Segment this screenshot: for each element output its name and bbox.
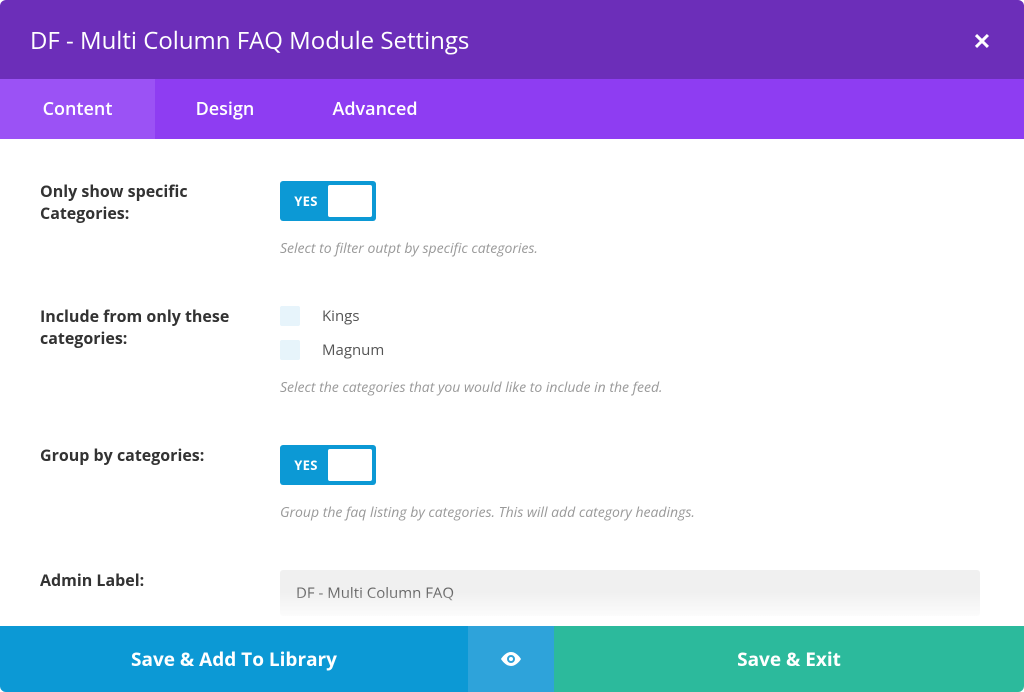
checkbox-box <box>280 306 300 326</box>
toggle-handle <box>328 185 372 217</box>
tab-bar: Content Design Advanced <box>0 79 1024 139</box>
category-option-magnum[interactable]: Magnum <box>280 340 984 360</box>
group-by-help: Group the faq listing by categories. Thi… <box>280 503 984 522</box>
save-add-library-button[interactable]: Save & Add To Library <box>0 626 468 692</box>
tab-design[interactable]: Design <box>155 79 295 139</box>
checkbox-label: Magnum <box>322 340 384 360</box>
modal-footer: Save & Add To Library Save & Exit <box>0 626 1024 692</box>
field-include-categories: Include from only these categories: King… <box>40 306 984 397</box>
checkbox-label: Kings <box>322 306 359 326</box>
tab-advanced[interactable]: Advanced <box>295 79 455 139</box>
toggle-value-text: YES <box>284 456 328 474</box>
field-control-col: Kings Magnum Select the categories that … <box>280 306 984 397</box>
modal-header: DF - Multi Column FAQ Module Settings ✕ <box>0 0 1024 79</box>
field-label-col: Group by categories: <box>40 445 280 467</box>
include-categories-help: Select the categories that you would lik… <box>280 378 984 397</box>
group-by-label: Group by categories: <box>40 445 280 467</box>
field-label-col: Admin Label: <box>40 570 280 592</box>
close-icon[interactable]: ✕ <box>970 26 994 56</box>
field-control-col: YES Select to filter outpt by specific c… <box>280 181 984 258</box>
settings-modal: DF - Multi Column FAQ Module Settings ✕ … <box>0 0 1024 692</box>
only-show-specific-label: Only show specific Categories: <box>40 181 280 224</box>
admin-label-input[interactable] <box>280 570 980 616</box>
group-by-toggle[interactable]: YES <box>280 445 376 485</box>
preview-button[interactable] <box>468 626 554 692</box>
field-label-col: Include from only these categories: <box>40 306 280 349</box>
modal-title: DF - Multi Column FAQ Module Settings <box>30 24 469 57</box>
eye-icon <box>499 647 523 671</box>
category-option-kings[interactable]: Kings <box>280 306 984 326</box>
only-show-specific-help: Select to filter outpt by specific categ… <box>280 239 984 258</box>
field-group-by: Group by categories: YES Group the faq l… <box>40 445 984 522</box>
admin-label-label: Admin Label: <box>40 570 280 592</box>
only-show-specific-toggle[interactable]: YES <box>280 181 376 221</box>
include-categories-label: Include from only these categories: <box>40 306 280 349</box>
tab-content[interactable]: Content <box>0 79 155 139</box>
toggle-value-text: YES <box>284 192 328 210</box>
toggle-handle <box>328 449 372 481</box>
save-exit-button[interactable]: Save & Exit <box>554 626 1024 692</box>
field-only-show-specific: Only show specific Categories: YES Selec… <box>40 181 984 258</box>
checkbox-box <box>280 340 300 360</box>
modal-body: Only show specific Categories: YES Selec… <box>0 139 1024 649</box>
field-label-col: Only show specific Categories: <box>40 181 280 224</box>
field-control-col: YES Group the faq listing by categories.… <box>280 445 984 522</box>
